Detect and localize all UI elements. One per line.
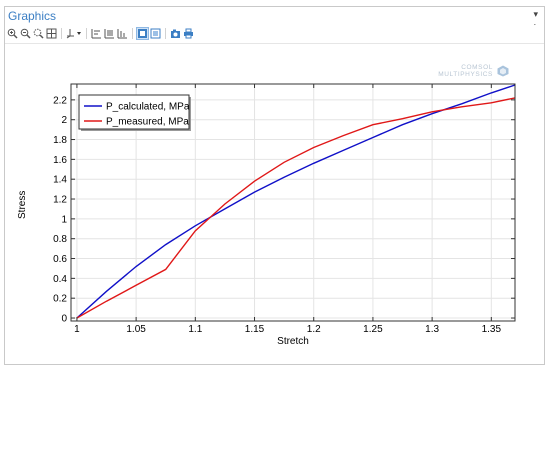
x-tick-label: 1.2	[307, 324, 321, 335]
y-tick-label: 0.2	[53, 294, 67, 305]
comsol-logo-icon	[497, 65, 509, 77]
x-axis-log-icon[interactable]	[104, 28, 115, 39]
x-tick-label: 1	[74, 324, 80, 335]
logo-line2: MULTIPHYSICS	[438, 71, 493, 78]
panel-title: Graphics	[8, 9, 57, 23]
x-tick-label: 1.15	[245, 324, 265, 335]
line-chart: 1 1.05 1.1 1.15 1.2 1.25 1.3 1.35 0 0.2 0.4 0.6 0.8 1…	[53, 83, 516, 347]
legend-entry: P_measured, MPa	[106, 117, 189, 128]
y-tick-label: 0.8	[53, 234, 67, 245]
y-axis-icon[interactable]	[117, 28, 128, 39]
graphics-toolbar	[7, 26, 196, 41]
y-tick-label: 1.4	[53, 175, 67, 186]
grid-toggle-icon[interactable]	[150, 28, 161, 39]
toolbar-separator	[61, 28, 62, 39]
comsol-logo: COMSOL MULTIPHYSICS	[431, 62, 511, 82]
x-tick-label: 1.1	[188, 324, 202, 335]
y-tick-label: 2.2	[53, 95, 67, 106]
y-tick-label: 1	[61, 214, 67, 225]
zoom-extents-icon[interactable]	[46, 28, 57, 39]
y-tick-label: 2	[61, 115, 67, 126]
y-tick-label: 1.8	[53, 135, 67, 146]
x-axis-label: Stretch	[277, 336, 309, 347]
logo-line1: COMSOL	[461, 64, 493, 71]
legend-entry: P_calculated, MPa	[106, 102, 190, 113]
graphics-panel: Graphics ▾ ∙ 1 1.05 1.1 1.15 1.2 1.25 1.…	[4, 6, 545, 365]
y-axis-label: Stress	[17, 190, 28, 219]
panel-titlebar: Graphics ▾ ∙	[5, 7, 544, 29]
x-axis-icon[interactable]	[91, 28, 102, 39]
zoom-in-icon[interactable]	[7, 28, 18, 39]
x-tick-label: 1.35	[482, 324, 502, 335]
axis-dropdown-icon[interactable]	[66, 28, 82, 39]
y-tick-label: 0.6	[53, 254, 67, 265]
y-tick-label: 1.2	[53, 195, 67, 206]
toolbar-separator	[165, 28, 166, 39]
zoom-out-icon[interactable]	[20, 28, 31, 39]
plot-canvas[interactable]: 1 1.05 1.1 1.15 1.2 1.25 1.3 1.35 0 0.2 0.4 0.6 0.8 1…	[5, 43, 544, 364]
print-icon[interactable]	[183, 28, 194, 39]
x-tick-label: 1.3	[425, 324, 439, 335]
legend-toggle-icon[interactable]	[136, 27, 149, 40]
x-tick-label: 1.25	[363, 324, 383, 335]
camera-icon[interactable]	[170, 28, 181, 39]
toolbar-separator	[132, 28, 133, 39]
y-tick-label: 1.6	[53, 155, 67, 166]
zoom-box-icon[interactable]	[33, 28, 44, 39]
x-tick-label: 1.05	[126, 324, 146, 335]
y-tick-label: 0.4	[53, 274, 67, 285]
toolbar-separator	[86, 28, 87, 39]
pin-icon[interactable]: ▾ ∙	[533, 9, 538, 29]
y-tick-label: 0	[61, 314, 67, 325]
